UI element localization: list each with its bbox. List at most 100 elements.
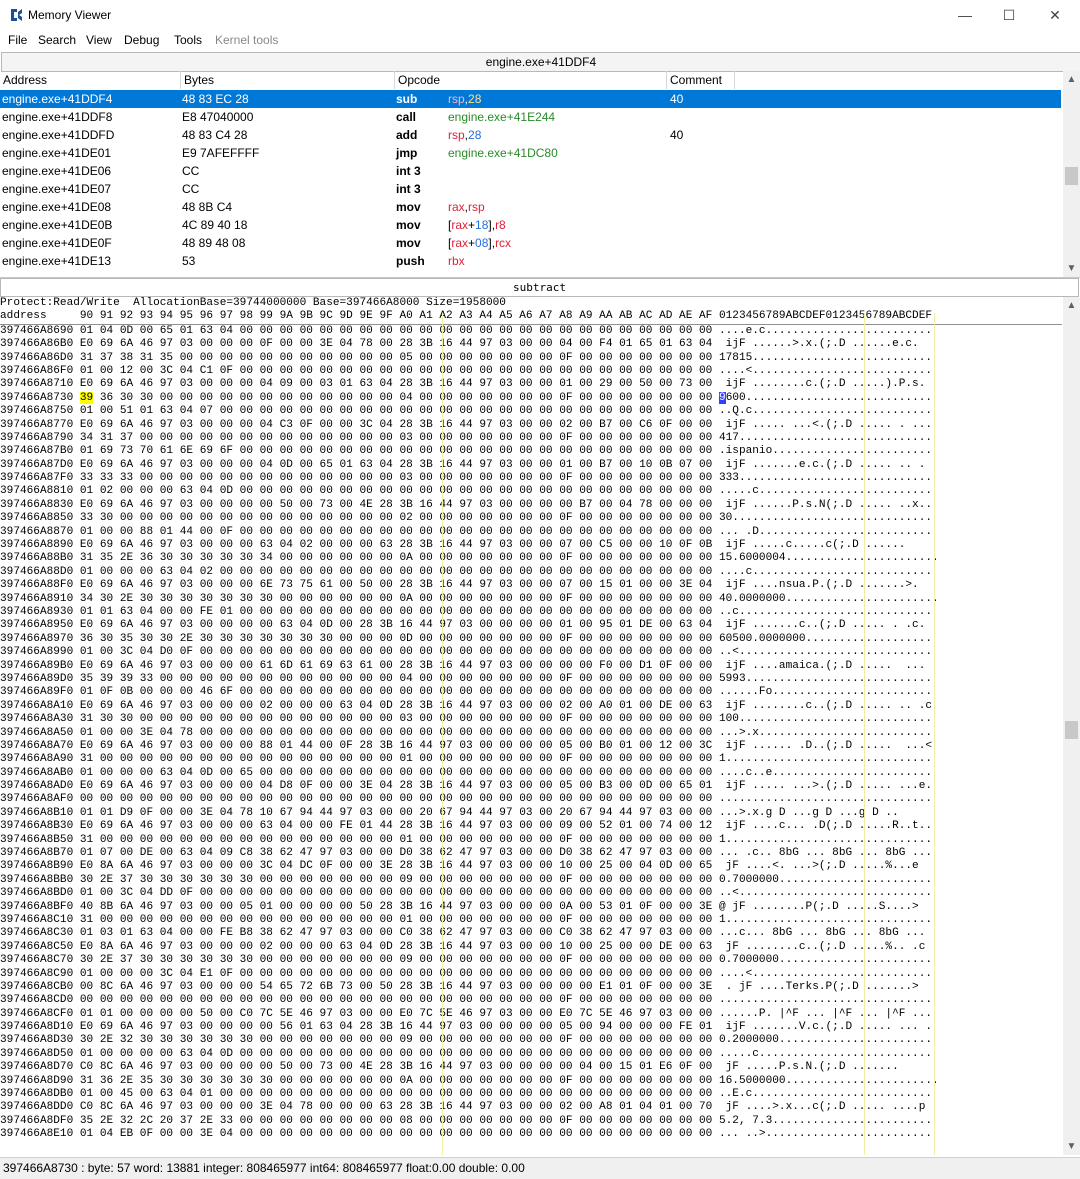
hex-row[interactable]: 397466A8A90 31 00 00 00 00 00 00 00 00 0… [0,753,1062,766]
hex-row[interactable]: 397466A86D0 31 37 38 31 35 00 00 00 00 0… [0,352,1062,365]
column-bytes[interactable]: Bytes [181,71,395,89]
column-opcode[interactable]: Opcode [395,71,667,89]
disasm-bytes: E9 7AFEFFFF [182,146,260,160]
hex-row[interactable]: 397466A8E10 01 04 EB 0F 00 00 3E 04 00 0… [0,1128,1062,1141]
hex-row[interactable]: 397466A8D90 31 36 2E 35 30 30 30 30 30 3… [0,1075,1062,1088]
menu-tools[interactable]: Tools [174,33,202,47]
disasm-row[interactable]: engine.exe+41DE0B 4C 89 40 18 mov [rax+18],… [0,216,1061,234]
hex-view[interactable]: Protect:Read/Write AllocationBase=397440… [0,297,1062,1155]
scroll-thumb[interactable] [1065,167,1078,185]
hex-row[interactable]: 397466A8AB0 01 00 00 00 63 04 0D 00 65 0… [0,767,1062,780]
hex-row[interactable]: 397466A89B0 E0 69 6A 46 97 03 00 00 00 6… [0,660,1062,673]
hex-row[interactable]: 397466A8730 39 36 30 30 00 00 00 00 00 0… [0,391,1062,405]
hex-row[interactable]: 397466A8930 01 01 63 04 00 00 FE 01 00 0… [0,606,1062,619]
hex-row[interactable]: 397466A8810 01 02 00 00 00 63 04 0D 00 0… [0,485,1062,498]
hex-row[interactable]: 397466A8CD0 00 00 00 00 00 00 00 00 00 0… [0,994,1062,1007]
hex-row[interactable]: 397466A8C90 01 00 00 00 3C 04 E1 0F 00 0… [0,968,1062,981]
hex-row[interactable]: 397466A8C10 31 00 00 00 00 00 00 00 00 0… [0,914,1062,927]
hex-row[interactable]: 397466A86F0 01 00 12 00 3C 04 C1 0F 00 0… [0,365,1062,378]
scroll-up-arrow-icon[interactable]: ▲ [1063,297,1080,314]
selected-ascii-char[interactable]: 9 [719,391,726,404]
hex-row[interactable]: 397466A8C70 30 2E 37 30 30 30 30 30 30 0… [0,954,1062,967]
hex-row[interactable]: 397466A8C30 01 03 01 63 04 00 00 FE B8 3… [0,927,1062,940]
memory-region-info: Protect:Read/Write AllocationBase=397440… [0,297,506,309]
hex-row[interactable]: 397466A87D0 E0 69 6A 46 97 03 00 00 00 0… [0,459,1062,472]
disassembler-view[interactable]: Address Bytes Opcode Comment engine.exe+… [0,71,1080,278]
hex-row[interactable]: 397466A8B30 E0 69 6A 46 97 03 00 00 00 6… [0,820,1062,833]
hex-row[interactable]: 397466A8830 E0 69 6A 46 97 03 00 00 00 0… [0,499,1062,512]
hex-row[interactable]: 397466A8DD0 C0 8C 6A 46 97 03 00 00 00 3… [0,1101,1062,1114]
disasm-row[interactable]: engine.exe+41DE13 53 push rbx [0,252,1061,270]
hex-row[interactable]: 397466A8970 36 30 35 30 30 2E 30 30 30 3… [0,633,1062,646]
hex-row[interactable]: 397466A8850 33 30 00 00 00 00 00 00 00 0… [0,512,1062,525]
disasm-address: engine.exe+41DE07 [2,182,112,196]
hex-row[interactable]: 397466A8B70 01 07 00 DE 00 63 04 09 C8 3… [0,847,1062,860]
hex-row[interactable]: 397466A8690 01 04 0D 00 65 01 63 04 00 0… [0,325,1062,338]
column-address[interactable]: Address [0,71,181,89]
hex-row[interactable]: 397466A8B90 E0 8A 6A 46 97 03 00 00 00 3… [0,860,1062,873]
hex-row[interactable]: 397466A8790 34 31 37 00 00 00 00 00 00 0… [0,432,1062,445]
hex-row[interactable]: 397466A8BB0 30 2E 37 30 30 30 30 30 30 0… [0,874,1062,887]
menu-file[interactable]: File [8,33,27,47]
hex-row[interactable]: 397466A8AF0 00 00 00 00 00 00 00 00 00 0… [0,793,1062,806]
disassembler-scrollbar[interactable]: ▲ ▼ [1063,71,1080,277]
menu-view[interactable]: View [86,33,112,47]
hex-row[interactable]: 397466A87F0 33 33 33 00 00 00 00 00 00 0… [0,472,1062,485]
scroll-down-arrow-icon[interactable]: ▼ [1063,1138,1080,1155]
hex-view-scrollbar[interactable]: ▲ ▼ [1063,297,1080,1155]
hex-row[interactable]: 397466A8B50 31 00 00 00 00 00 00 00 00 0… [0,834,1062,847]
hex-row[interactable]: 397466A8750 01 00 51 01 63 04 07 00 00 0… [0,405,1062,418]
disasm-row[interactable]: engine.exe+41DE06 CC int 3 [0,162,1061,180]
hex-row[interactable]: 397466A8BD0 01 00 3C 04 DD 0F 00 00 00 0… [0,887,1062,900]
minimize-button[interactable]: — [942,0,988,31]
hex-row[interactable]: 397466A8910 34 30 2E 30 30 30 30 30 30 3… [0,593,1062,606]
hex-row[interactable]: 397466A88B0 31 35 2E 36 30 30 30 30 30 3… [0,552,1062,565]
hex-row[interactable]: 397466A8A50 01 00 00 3E 04 78 00 00 00 0… [0,727,1062,740]
disasm-row[interactable]: engine.exe+41DDFD 48 83 C4 28 add rsp,28 40 [0,126,1061,144]
disasm-row[interactable]: engine.exe+41DE08 48 8B C4 mov rax,rsp [0,198,1061,216]
hex-row[interactable]: 397466A8A30 31 30 30 00 00 00 00 00 00 0… [0,713,1062,726]
hex-row[interactable]: 397466A8C50 E0 8A 6A 46 97 03 00 00 00 0… [0,941,1062,954]
hex-row[interactable]: 397466A8DF0 35 2E 32 2C 20 37 2E 33 00 0… [0,1115,1062,1128]
column-comment[interactable]: Comment [667,71,735,89]
hex-row[interactable]: 397466A8D10 E0 69 6A 46 97 03 00 00 00 0… [0,1021,1062,1034]
maximize-button[interactable]: ☐ [986,0,1032,31]
hex-row[interactable]: 397466A8DB0 01 00 45 00 63 04 01 00 00 0… [0,1088,1062,1101]
hex-row[interactable]: 397466A89F0 01 0F 0B 00 00 00 46 6F 00 0… [0,686,1062,699]
hex-row[interactable]: 397466A87B0 01 69 73 70 61 6E 69 6F 00 0… [0,445,1062,458]
hex-row[interactable]: 397466A8B10 01 01 D9 0F 00 00 3E 04 78 1… [0,807,1062,820]
hex-row[interactable]: 397466A88F0 E0 69 6A 46 97 03 00 00 00 6… [0,579,1062,592]
hex-row[interactable]: 397466A8890 E0 69 6A 46 97 03 00 00 00 6… [0,539,1062,552]
hex-row[interactable]: 397466A8D30 30 2E 32 30 30 30 30 30 30 0… [0,1034,1062,1047]
hex-row[interactable]: 397466A8A10 E0 69 6A 46 97 03 00 00 00 0… [0,700,1062,713]
hex-row[interactable]: 397466A88D0 01 00 00 00 63 04 02 00 00 0… [0,566,1062,579]
hex-row[interactable]: 397466A8BF0 40 8B 6A 46 97 03 00 00 05 0… [0,901,1062,914]
selected-hex-byte[interactable]: 39 [79,391,94,404]
hex-row[interactable]: 397466A8CF0 01 01 00 00 00 00 50 00 C0 7… [0,1008,1062,1021]
hex-row[interactable]: 397466A8AD0 E0 69 6A 46 97 03 00 00 00 0… [0,780,1062,793]
menu-kernel-tools[interactable]: Kernel tools [215,33,278,47]
disassembler-address-header[interactable]: engine.exe+41DDF4 [1,52,1080,72]
disasm-row[interactable]: engine.exe+41DDF4 48 83 EC 28 sub rsp,28 40 [0,90,1061,108]
hex-row[interactable]: 397466A8CB0 00 8C 6A 46 97 03 00 00 00 5… [0,981,1062,994]
scroll-down-arrow-icon[interactable]: ▼ [1063,260,1080,277]
hex-row[interactable]: 397466A8950 E0 69 6A 46 97 03 00 00 00 0… [0,619,1062,632]
hex-row[interactable]: 397466A86B0 E0 69 6A 46 97 03 00 00 00 0… [0,338,1062,351]
hex-row[interactable]: 397466A8770 E0 69 6A 46 97 03 00 00 00 0… [0,419,1062,432]
hex-row[interactable]: 397466A8990 01 00 3C 04 D0 0F 00 00 00 0… [0,646,1062,659]
disasm-row[interactable]: engine.exe+41DE01 E9 7AFEFFFF jmp engine.ex… [0,144,1061,162]
hex-row[interactable]: 397466A8710 E0 69 6A 46 97 03 00 00 00 0… [0,378,1062,391]
menu-search[interactable]: Search [38,33,76,47]
scroll-thumb[interactable] [1065,721,1078,739]
hex-row[interactable]: 397466A8A70 E0 69 6A 46 97 03 00 00 00 8… [0,740,1062,753]
hex-row[interactable]: 397466A8D70 C0 8C 6A 46 97 03 00 00 00 0… [0,1061,1062,1074]
hex-row[interactable]: 397466A89D0 35 39 39 33 00 00 00 00 00 0… [0,673,1062,686]
disasm-row[interactable]: engine.exe+41DE07 CC int 3 [0,180,1061,198]
close-button[interactable]: ✕ [1032,0,1078,31]
hex-row[interactable]: 397466A8870 01 00 00 88 01 44 00 0F 00 0… [0,526,1062,539]
hex-row[interactable]: 397466A8D50 01 00 00 00 00 63 04 0D 00 0… [0,1048,1062,1061]
menu-debug[interactable]: Debug [124,33,159,47]
disasm-row[interactable]: engine.exe+41DDF8 E8 47040000 call engine.e… [0,108,1061,126]
scroll-up-arrow-icon[interactable]: ▲ [1063,71,1080,88]
disasm-row[interactable]: engine.exe+41DE0F 48 89 48 08 mov [rax+08],… [0,234,1061,252]
